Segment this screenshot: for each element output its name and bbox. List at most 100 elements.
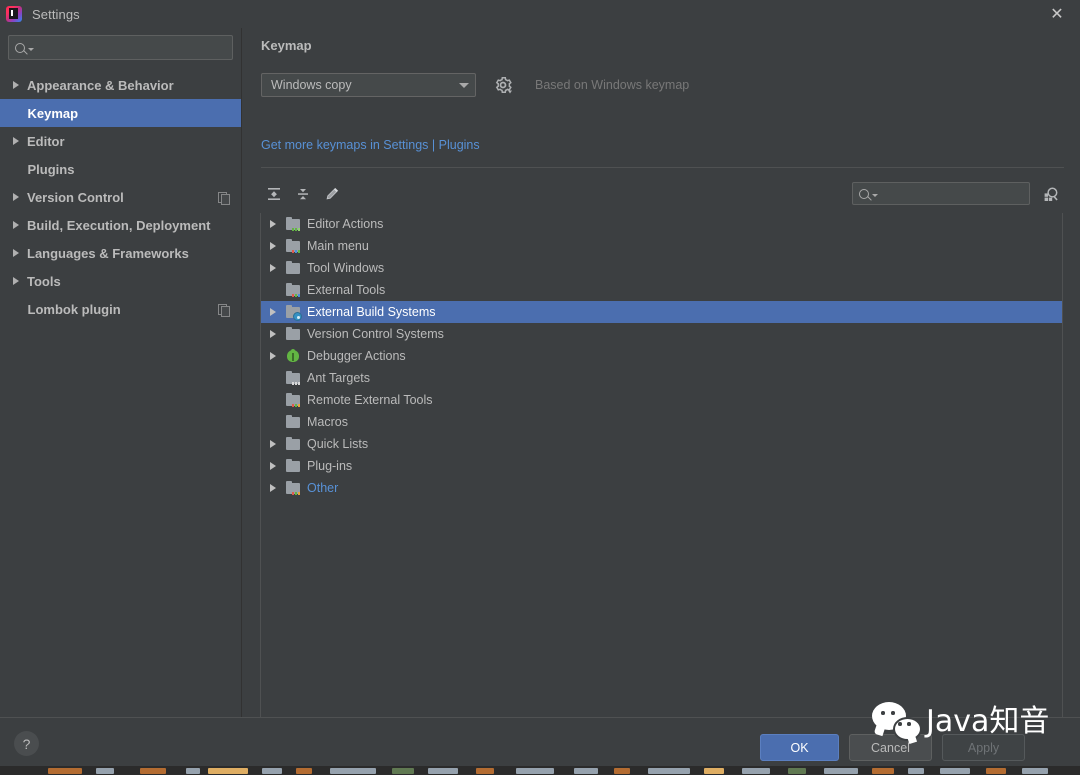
tree-row[interactable]: Main menu xyxy=(261,235,1062,257)
keymap-panel: Keymap Windows copy Based on Windows key… xyxy=(241,28,1080,718)
header-divider xyxy=(261,167,1064,168)
tree-row-label: External Tools xyxy=(307,283,386,297)
tree-row-label: Debugger Actions xyxy=(307,349,406,363)
settings-dialog: Settings ✕ Appearance & Behavior Keymap Ed… xyxy=(0,0,1080,775)
chevron-right-icon[interactable] xyxy=(265,462,281,470)
editor-text-fragment xyxy=(186,768,200,774)
editor-text-fragment xyxy=(1022,768,1048,774)
background-editor-sliver xyxy=(0,766,1080,775)
find-by-shortcut-icon[interactable] xyxy=(1038,181,1064,207)
chevron-right-icon[interactable] xyxy=(13,137,19,145)
tree-row[interactable]: Quick Lists xyxy=(261,433,1062,455)
ok-button[interactable]: OK xyxy=(760,734,839,761)
sidebar-item-languages-frameworks[interactable]: Languages & Frameworks xyxy=(0,239,241,267)
chevron-right-icon[interactable] xyxy=(13,193,19,201)
tree-row[interactable]: Tool Windows xyxy=(261,257,1062,279)
sidebar-item-build-execution-deployment[interactable]: Build, Execution, Deployment xyxy=(0,211,241,239)
tree-row[interactable]: Remote External Tools xyxy=(261,389,1062,411)
editor-text-fragment xyxy=(788,768,806,774)
search-icon xyxy=(859,188,869,199)
sidebar-item-lombok-plugin[interactable]: Lombok plugin xyxy=(0,295,241,323)
folder-build-icon xyxy=(285,304,302,321)
folder-other-icon xyxy=(285,480,301,496)
sidebar-nav-list: Appearance & Behavior Keymap Editor Plugins… xyxy=(0,71,241,323)
editor-text-fragment xyxy=(986,768,1006,774)
sidebar-item-editor[interactable]: Editor xyxy=(0,127,241,155)
tree-row-label: Quick Lists xyxy=(307,437,369,451)
chevron-right-icon[interactable] xyxy=(265,330,281,338)
tree-row[interactable]: Macros xyxy=(261,411,1062,433)
folder-editor-icon xyxy=(285,216,301,232)
tree-row-label: Remote External Tools xyxy=(307,393,433,407)
sidebar-item-label: Version Control xyxy=(27,189,124,205)
tree-row-label: Tool Windows xyxy=(307,261,385,275)
folder-remote-icon xyxy=(285,392,301,408)
tree-row[interactable]: External Tools xyxy=(261,279,1062,301)
chevron-right-icon[interactable] xyxy=(265,242,281,250)
pencil-icon[interactable] xyxy=(319,181,345,207)
tree-row[interactable]: Ant Targets xyxy=(261,367,1062,389)
apply-button[interactable]: Apply xyxy=(942,734,1025,761)
sidebar-item-version-control[interactable]: Version Control xyxy=(0,183,241,211)
chevron-right-icon[interactable] xyxy=(13,277,19,285)
search-input[interactable] xyxy=(8,35,233,60)
folder-icon xyxy=(285,436,301,452)
editor-text-fragment xyxy=(648,768,690,774)
tree-row-label: Other xyxy=(307,481,339,495)
get-more-keymaps-link[interactable]: Get more keymaps in Settings | Plugins xyxy=(261,138,480,152)
sidebar-item-label: Languages & Frameworks xyxy=(27,245,189,261)
sidebar-search-wrap xyxy=(0,28,241,60)
keymap-actions-tree[interactable]: Editor Actions Main menu Tool Windows Exter… xyxy=(260,213,1063,718)
editor-text-fragment xyxy=(140,768,166,774)
shortcut-search-input[interactable] xyxy=(852,182,1030,205)
chevron-right-icon[interactable] xyxy=(265,352,281,360)
keymap-combobox[interactable]: Windows copy xyxy=(261,73,476,97)
editor-text-fragment xyxy=(940,768,970,774)
search-icon xyxy=(15,42,25,53)
chevron-right-icon[interactable] xyxy=(265,308,281,316)
tree-row[interactable]: Version Control Systems xyxy=(261,323,1062,345)
tree-row-label: Macros xyxy=(307,415,348,429)
close-icon[interactable]: ✕ xyxy=(1034,0,1080,28)
chevron-right-icon[interactable] xyxy=(265,220,281,228)
tree-row[interactable]: Plug-ins xyxy=(261,455,1062,477)
chevron-right-icon[interactable] xyxy=(13,81,19,89)
folder-icon xyxy=(285,458,301,474)
editor-text-fragment xyxy=(704,768,724,774)
editor-text-fragment xyxy=(296,768,312,774)
editor-text-fragment xyxy=(428,768,458,774)
keymap-selector-row: Windows copy Based on Windows keymap xyxy=(261,73,689,97)
keymap-tree-list: Editor Actions Main menu Tool Windows Exter… xyxy=(261,213,1062,499)
editor-text-fragment xyxy=(908,768,924,774)
tree-row-label: Editor Actions xyxy=(307,217,384,231)
expand-all-icon[interactable] xyxy=(261,181,287,207)
collapse-all-icon[interactable] xyxy=(290,181,316,207)
sidebar-item-tools[interactable]: Tools xyxy=(0,267,241,295)
gear-icon[interactable] xyxy=(494,76,512,94)
sidebar-item-label: Build, Execution, Deployment xyxy=(27,217,211,233)
sidebar-item-keymap[interactable]: Keymap xyxy=(0,99,241,127)
editor-text-fragment xyxy=(48,768,82,774)
editor-text-fragment xyxy=(872,768,894,774)
tree-row[interactable]: Debugger Actions xyxy=(261,345,1062,367)
keymap-tree-toolbar xyxy=(261,175,1064,212)
cancel-button[interactable]: Cancel xyxy=(849,734,932,761)
tree-row[interactable]: Other xyxy=(261,477,1062,499)
based-on-label: Based on Windows keymap xyxy=(535,78,690,92)
folder-tools-icon xyxy=(285,282,301,298)
chevron-right-icon[interactable] xyxy=(265,484,281,492)
sidebar-item-plugins[interactable]: Plugins xyxy=(0,155,241,183)
editor-text-fragment xyxy=(574,768,598,774)
chevron-right-icon[interactable] xyxy=(13,249,19,257)
tree-row[interactable]: External Build Systems xyxy=(261,301,1062,323)
chevron-right-icon[interactable] xyxy=(265,264,281,272)
settings-sidebar: Appearance & Behavior Keymap Editor Plugins… xyxy=(0,28,241,717)
tree-row[interactable]: Editor Actions xyxy=(261,213,1062,235)
help-button[interactable]: ? xyxy=(14,731,39,756)
page-title: Keymap xyxy=(261,38,312,53)
chevron-down-icon xyxy=(459,82,469,88)
chevron-right-icon[interactable] xyxy=(13,221,19,229)
chevron-right-icon[interactable] xyxy=(265,440,281,448)
chevron-down-icon xyxy=(872,194,878,197)
sidebar-item-appearance-behavior[interactable]: Appearance & Behavior xyxy=(0,71,241,99)
